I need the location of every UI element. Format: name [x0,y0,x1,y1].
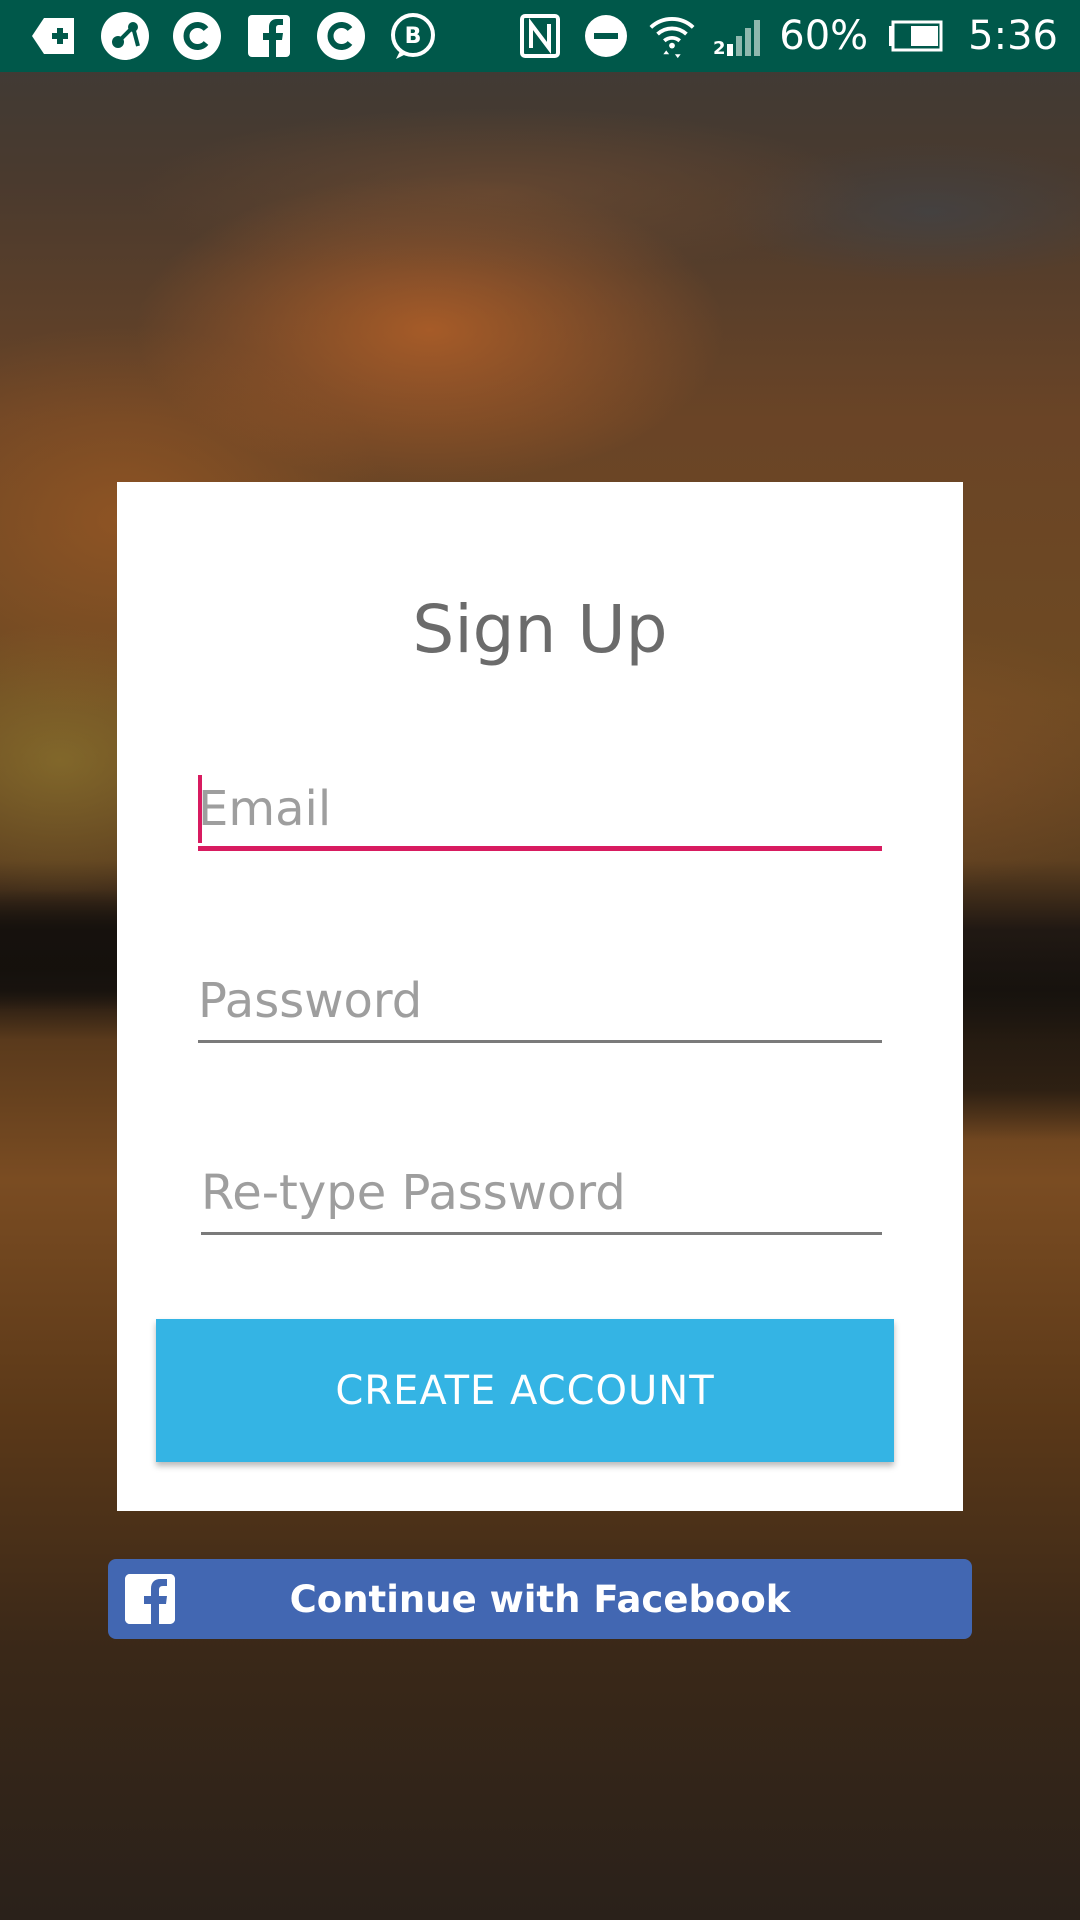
password-field[interactable] [198,963,882,1043]
wifi-icon [647,11,697,61]
retype-password-field[interactable] [201,1155,882,1235]
password-input[interactable] [198,963,882,1039]
system-icons: 2 60% 5:36 [515,11,1058,61]
battery-icon [884,11,944,61]
continue-with-facebook-button[interactable]: Continue with Facebook [108,1559,972,1639]
cell-signal-icon: 2 [713,11,763,61]
text-cursor [198,775,202,843]
status-bar: B 2 60% 5:36 [0,0,1080,72]
email-underline [198,846,882,851]
password-underline [198,1040,882,1043]
battery-percentage: 60% [779,13,869,59]
clock: 5:36 [968,13,1058,59]
nfc-icon [515,11,565,61]
chat-app-icon [316,11,366,61]
facebook-button-label: Continue with Facebook [289,1577,791,1621]
retype-password-underline [201,1232,882,1235]
page-title: Sign Up [412,591,668,668]
background-clouds [0,72,1080,472]
facebook-icon [244,11,294,61]
retype-password-input[interactable] [201,1155,882,1231]
add-cart-icon [28,11,78,61]
facebook-icon [125,1574,175,1624]
share-app-icon [100,11,150,61]
do-not-disturb-icon [581,11,631,61]
svg-text:B: B [405,24,422,49]
bbm-icon: B [388,11,438,61]
chat-app-icon [172,11,222,61]
svg-text:2: 2 [713,38,726,58]
email-field[interactable] [198,771,882,851]
create-account-button[interactable]: CREATE ACCOUNT [156,1319,894,1462]
notification-icons: B [28,11,438,61]
signup-screen: B 2 60% 5:36 Sign Up Email CREATE ACCOUN… [0,0,1080,1920]
email-input[interactable] [198,771,882,847]
